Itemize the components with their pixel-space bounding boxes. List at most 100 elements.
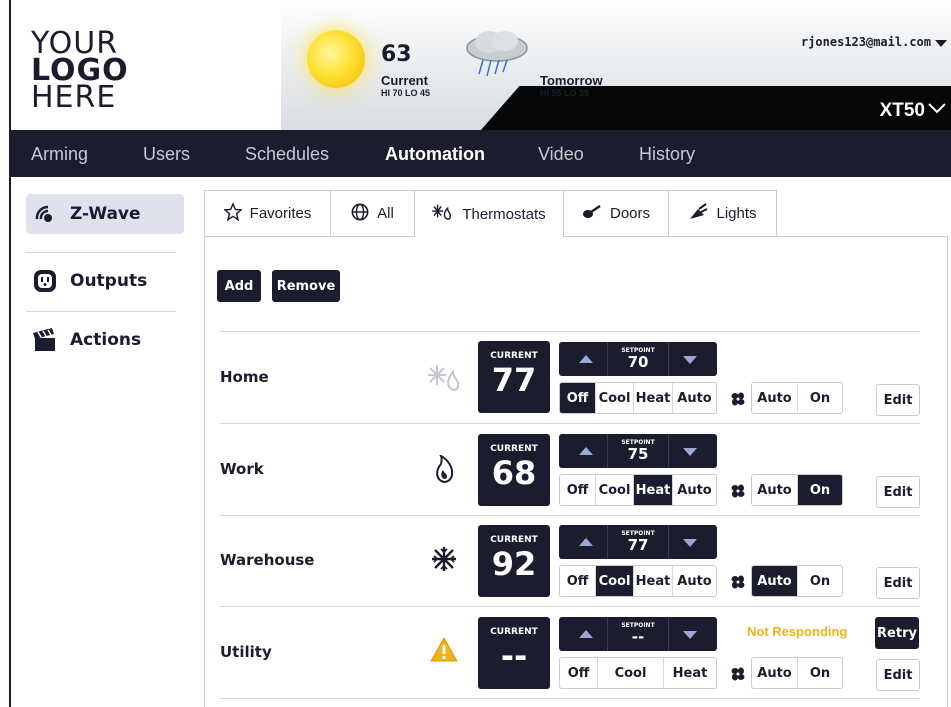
sidebar-item-actions[interactable]: Actions <box>26 320 184 360</box>
sidebar-item-label: Z-Wave <box>70 204 141 224</box>
fan-selector: Auto On <box>751 382 843 414</box>
row-divider <box>220 606 920 607</box>
logo-line-3: HERE <box>31 80 117 115</box>
sidebar-item-label: Outputs <box>70 271 148 291</box>
current-temp-value: 68 <box>491 454 537 492</box>
logo: YOUR LOGO HERE <box>31 29 151 115</box>
nav-arming[interactable]: Arming <box>31 144 88 165</box>
current-temperature: 63 <box>381 42 412 67</box>
remove-button[interactable]: Remove <box>272 270 340 302</box>
setpoint-up-icon[interactable] <box>579 447 593 455</box>
mode-auto-button[interactable]: Auto <box>673 566 716 596</box>
nav-schedules[interactable]: Schedules <box>245 144 329 165</box>
row-divider <box>220 698 920 699</box>
header: YOUR LOGO HERE 63 Current HI 70 LO 45 To… <box>11 0 951 130</box>
setpoint-display: SETPOINT 70 <box>607 342 669 376</box>
current-temp-display: CURRENT 68 <box>478 434 550 506</box>
setpoint-value: -- <box>631 628 645 646</box>
tomorrow-hilo: HI 55 LO 39 <box>540 88 590 98</box>
sidebar-item-label: Actions <box>70 330 142 350</box>
chevron-down-icon[interactable] <box>935 40 947 47</box>
setpoint-value: 75 <box>627 445 649 463</box>
mode-heat-button[interactable]: Heat <box>634 475 673 505</box>
setpoint-up-icon[interactable] <box>579 538 593 546</box>
fan-icon <box>731 392 745 406</box>
mode-off-button[interactable]: Off <box>560 658 598 688</box>
edit-button[interactable]: Edit <box>876 476 920 508</box>
setpoint-value: 77 <box>627 536 649 554</box>
setpoint-down-icon[interactable] <box>683 356 697 364</box>
edit-button[interactable]: Edit <box>876 567 920 599</box>
mode-selector: Off Cool Heat Auto <box>559 474 717 506</box>
tab-all[interactable]: All <box>330 190 415 236</box>
nav-video[interactable]: Video <box>538 144 584 165</box>
main-nav: Arming Users Schedules Automation Video … <box>11 130 951 177</box>
current-hilo: HI 70 LO 45 <box>381 88 431 98</box>
user-email[interactable]: rjones123@mail.com <box>801 35 931 49</box>
mode-off-button[interactable]: Off <box>560 475 596 505</box>
zwave-icon <box>32 201 58 227</box>
row-divider <box>220 331 920 332</box>
retry-button[interactable]: Retry <box>875 617 919 649</box>
current-label: CURRENT <box>490 627 538 637</box>
nav-history[interactable]: History <box>639 144 695 165</box>
fan-auto-button[interactable]: Auto <box>752 475 798 505</box>
fan-on-button[interactable]: On <box>798 475 842 505</box>
setpoint-down-icon[interactable] <box>683 448 697 456</box>
edit-button[interactable]: Edit <box>876 659 920 691</box>
light-icon <box>688 202 708 225</box>
mode-heat-button[interactable]: Heat <box>664 658 716 688</box>
fan-on-button[interactable]: On <box>798 383 842 413</box>
sidebar-item-outputs[interactable]: Outputs <box>26 261 184 301</box>
tab-lights[interactable]: Lights <box>668 190 777 236</box>
snowflake-icon <box>424 543 464 575</box>
setpoint-control: SETPOINT 75 <box>559 434 717 468</box>
mode-selector: Off Cool Heat <box>559 657 717 689</box>
mode-cool-button[interactable]: Cool <box>596 475 634 505</box>
mode-cool-button[interactable]: Cool <box>596 383 634 413</box>
fan-icon <box>731 484 745 498</box>
current-label: CURRENT <box>490 351 538 361</box>
fan-auto-button[interactable]: Auto <box>752 383 798 413</box>
status-not-responding: Not Responding <box>747 624 848 639</box>
mode-auto-button[interactable]: Auto <box>673 383 716 413</box>
thermostat-name: Utility <box>220 643 272 661</box>
add-button[interactable]: Add <box>217 270 261 302</box>
sidebar-item-zwave[interactable]: Z-Wave <box>26 194 184 234</box>
setpoint-up-icon[interactable] <box>579 355 593 363</box>
fan-icon <box>731 575 745 589</box>
outlet-icon <box>32 268 58 294</box>
mode-auto-button[interactable]: Auto <box>673 475 716 505</box>
fan-on-button[interactable]: On <box>798 566 842 596</box>
thermostat-name: Warehouse <box>220 551 315 569</box>
tab-doors[interactable]: Doors <box>563 190 669 236</box>
current-label: CURRENT <box>490 535 538 545</box>
fan-icon <box>731 667 745 681</box>
mode-cool-button[interactable]: Cool <box>596 566 634 596</box>
sun-icon <box>307 30 365 88</box>
setpoint-value: 70 <box>627 353 649 371</box>
fan-on-button[interactable]: On <box>798 658 842 688</box>
flame-icon <box>424 453 464 485</box>
panel-selector[interactable]: XT50 <box>880 100 925 122</box>
current-temp-value: 77 <box>491 361 537 399</box>
mode-off-button[interactable]: Off <box>560 383 596 413</box>
panel-chevron-down-icon[interactable] <box>927 100 947 116</box>
edit-button[interactable]: Edit <box>876 384 920 416</box>
mode-heat-button[interactable]: Heat <box>634 383 673 413</box>
thermostat-name: Home <box>220 368 269 386</box>
mode-cool-button[interactable]: Cool <box>598 658 664 688</box>
mode-selector: Off Cool Heat Auto <box>559 382 717 414</box>
fan-auto-button[interactable]: Auto <box>752 566 798 596</box>
mode-heat-button[interactable]: Heat <box>634 566 673 596</box>
clapperboard-icon <box>32 327 58 353</box>
nav-users[interactable]: Users <box>143 144 190 165</box>
fan-auto-button[interactable]: Auto <box>752 658 798 688</box>
mode-off-button[interactable]: Off <box>560 566 596 596</box>
setpoint-down-icon[interactable] <box>683 631 697 639</box>
setpoint-down-icon[interactable] <box>683 539 697 547</box>
setpoint-up-icon[interactable] <box>579 630 593 638</box>
tab-favorites[interactable]: Favorites <box>204 190 331 236</box>
tab-thermostats[interactable]: Thermostats <box>414 190 564 237</box>
nav-automation[interactable]: Automation <box>385 144 485 165</box>
